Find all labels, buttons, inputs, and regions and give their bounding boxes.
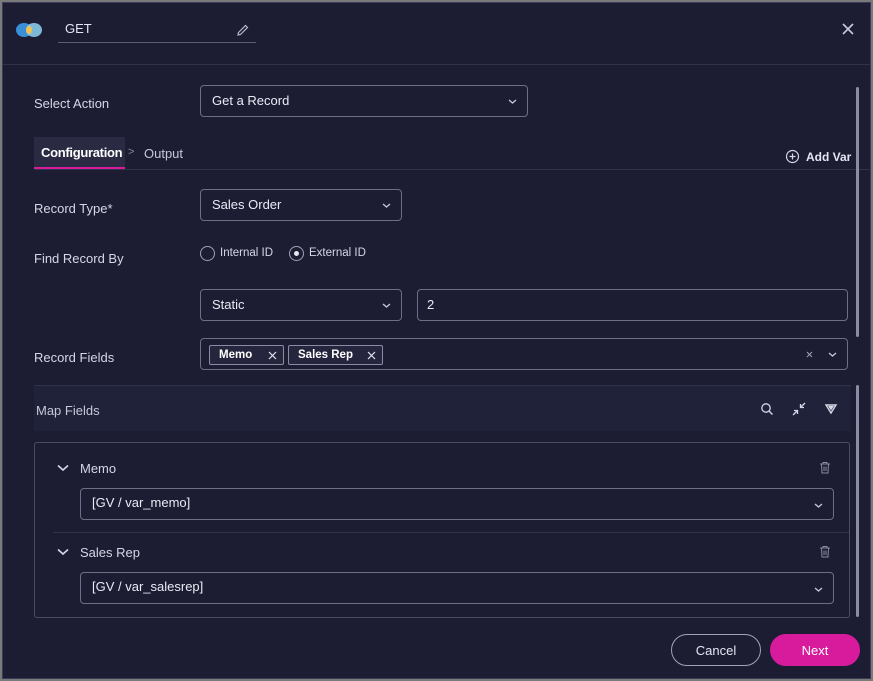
map-field-name: Memo — [80, 461, 117, 476]
radio-internal-id-label: Internal ID — [220, 247, 274, 259]
tab-configuration[interactable]: Configuration — [34, 137, 125, 169]
map-field-value-dropdown[interactable]: [GV / var_memo] — [80, 488, 834, 520]
map-fields-title: Map Fields — [36, 403, 100, 418]
chip-sales-rep-label: Sales Rep — [298, 349, 353, 361]
search-icon[interactable] — [760, 402, 774, 416]
select-action-label: Select Action — [34, 96, 110, 111]
chip-memo-label: Memo — [219, 349, 253, 361]
cancel-button[interactable]: Cancel — [671, 634, 761, 666]
chevron-down-icon — [382, 303, 391, 308]
chip-memo: Memo — [209, 345, 284, 365]
external-id-value: 2 — [427, 297, 435, 312]
map-fields-header: Map Fields — [34, 385, 851, 431]
name-field-value: GET — [65, 21, 92, 36]
pencil-icon[interactable] — [236, 23, 250, 37]
find-record-by-label: Find Record By — [34, 251, 124, 266]
map-field-row: Sales Rep [GV / var_salesrep] — [35, 527, 849, 611]
value-mode-value: Static — [212, 297, 245, 312]
external-id-input[interactable]: 2 — [417, 289, 848, 321]
chevron-down-icon — [382, 203, 391, 208]
value-mode-dropdown[interactable]: Static — [200, 289, 402, 321]
map-field-value: [GV / var_memo] — [92, 495, 191, 510]
collapse-icon[interactable] — [792, 402, 806, 416]
record-type-value: Sales Order — [212, 197, 282, 212]
tab-output[interactable]: Output — [144, 146, 183, 161]
map-field-row: Memo [GV / var_memo] — [35, 443, 849, 527]
map-field-name: Sales Rep — [80, 545, 140, 560]
filter-icon[interactable] — [824, 402, 838, 416]
select-action-dropdown[interactable]: Get a Record — [200, 85, 528, 117]
tabs-divider — [34, 169, 870, 170]
scrollbar-map[interactable] — [856, 385, 859, 617]
map-field-value-dropdown[interactable]: [GV / var_salesrep] — [80, 572, 834, 604]
radio-circle — [200, 246, 215, 261]
radio-external-id-label: External ID — [309, 247, 366, 259]
select-action-value: Get a Record — [212, 93, 290, 108]
record-fields-label: Record Fields — [34, 350, 115, 365]
chip-sales-rep: Sales Rep — [288, 345, 383, 365]
dialog: GET Select Action Get a Record Configura… — [2, 2, 871, 679]
chevron-down-icon — [814, 503, 823, 508]
name-field[interactable]: GET — [58, 17, 256, 43]
map-fields-list: Memo [GV / var_memo] Sales Rep [GV / var… — [34, 442, 850, 618]
chevron-down-icon — [828, 352, 837, 357]
chevron-down-icon — [508, 99, 517, 104]
close-icon[interactable] — [840, 21, 856, 37]
add-var-label: Add Var — [806, 150, 852, 164]
trash-icon[interactable] — [819, 461, 831, 474]
clear-icon[interactable] — [806, 351, 813, 358]
scrollbar-top[interactable] — [856, 87, 859, 337]
radio-circle-selected — [289, 246, 304, 261]
chevron-down-icon[interactable] — [57, 464, 69, 472]
record-type-label: Record Type* — [34, 201, 113, 216]
dialog-header: GET — [3, 3, 870, 65]
map-field-value: [GV / var_salesrep] — [92, 579, 204, 594]
chevron-down-icon — [814, 587, 823, 592]
next-button[interactable]: Next — [770, 634, 860, 666]
tab-separator: > — [128, 146, 135, 158]
remove-chip-icon[interactable] — [268, 351, 277, 360]
trash-icon[interactable] — [819, 545, 831, 558]
record-type-dropdown[interactable]: Sales Order — [200, 189, 402, 221]
logo-icon — [16, 23, 42, 37]
add-circle-icon — [785, 149, 800, 164]
remove-chip-icon[interactable] — [367, 351, 376, 360]
chevron-down-icon[interactable] — [57, 548, 69, 556]
